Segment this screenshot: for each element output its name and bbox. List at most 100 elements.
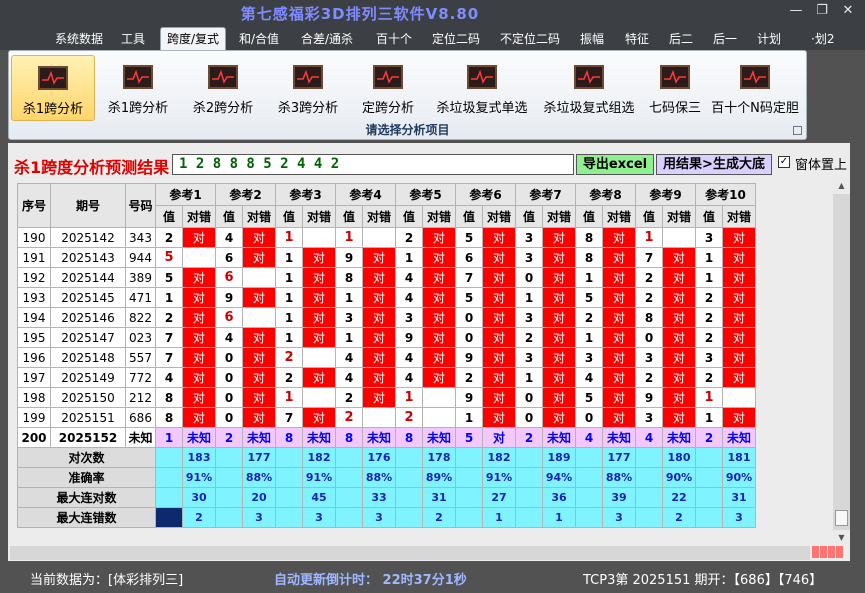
menu-plan[interactable]: 计划 xyxy=(757,30,781,47)
vertical-scrollbar[interactable]: ▲ ▼ xyxy=(833,178,850,546)
horizontal-scrollbar[interactable] xyxy=(10,546,810,560)
row-value: 5 xyxy=(575,387,603,408)
row-value: 1 xyxy=(335,287,363,308)
close-button[interactable]: ✕ xyxy=(838,3,858,18)
stat-row: 准确率 91% 88% 91% 88% 89% 91% 94% 88% 90% 90% xyxy=(17,467,756,488)
row-value: 2 xyxy=(695,327,723,348)
table-row[interactable]: 193 2025145 471 1 对 9 对 1 对 1 对 4 对 5 对 1 对 5 对 2 对 2 对 xyxy=(17,287,756,308)
chart-icon xyxy=(574,65,604,89)
menu-pos-two[interactable]: 定位二码 xyxy=(432,30,480,47)
row-value: 8 xyxy=(635,307,663,328)
ribbon-kill3-span[interactable]: 杀3跨分析 xyxy=(269,55,347,119)
minimize-button[interactable]: — xyxy=(786,3,806,18)
stat-blank xyxy=(395,507,423,528)
menu-last-two[interactable]: 后二 xyxy=(669,30,693,47)
row-mark: 对 xyxy=(602,307,636,328)
ribbon-fixed-span[interactable]: 定跨分析 xyxy=(352,55,424,119)
row-code: 471 xyxy=(125,287,156,308)
table-row[interactable]: 197 2025149 772 4 对 0 对 2 对 4 对 4 对 2 对 1 对 4 对 2 对 2 对 xyxy=(17,367,756,388)
pred-value: 2 xyxy=(215,427,243,448)
table-row[interactable]: 194 2025146 822 2 对 6 1 对 3 对 3 对 0 对 3 对 2 对 8 对 2 对 xyxy=(17,307,756,328)
menu-nonpos-two[interactable]: 不定位二码 xyxy=(500,30,560,47)
stat-row: 对次数 183 177 182 176 178 182 189 177 180 181 xyxy=(17,447,756,468)
row-value: 1 xyxy=(275,287,303,308)
menu-system-data[interactable]: 系统数据 xyxy=(55,30,103,47)
menu-amplitude[interactable]: 振幅 xyxy=(580,30,604,47)
stat-blank xyxy=(275,467,303,488)
row-value: 1 xyxy=(695,267,723,288)
table-row[interactable]: 191 2025143 944 5 6 对 1 对 9 对 1 对 6 对 3 对 8 对 7 对 1 对 xyxy=(17,247,756,268)
row-code: 944 xyxy=(125,247,156,268)
stat-value: 39 xyxy=(602,487,636,508)
scroll-thumb[interactable] xyxy=(835,510,848,526)
row-period: 2025150 xyxy=(50,387,126,408)
ribbon-expand-icon[interactable] xyxy=(793,126,802,135)
generate-base-button[interactable]: 用结果>生成大底 xyxy=(656,154,772,175)
row-period: 2025143 xyxy=(50,247,126,268)
menu-diff-kill[interactable]: 合差/通杀 xyxy=(301,30,353,47)
ribbon-kill2-span[interactable]: 杀2跨分析 xyxy=(184,55,262,119)
row-value: 0 xyxy=(215,347,243,368)
ribbon-label: 杀垃圾复式单选 xyxy=(436,101,528,116)
header-mark: 对错 xyxy=(602,205,636,228)
row-value: 7 xyxy=(275,407,303,428)
row-value: 0 xyxy=(455,307,483,328)
row-value: 2 xyxy=(275,367,303,388)
export-excel-button[interactable]: 导出excel xyxy=(576,154,654,175)
row-value: 1 xyxy=(695,407,723,428)
menu-span-multi[interactable]: 跨度/复式 xyxy=(160,27,227,50)
header-value: 值 xyxy=(395,205,423,228)
stat-blank xyxy=(515,487,543,508)
table-row[interactable]: 190 2025142 343 2 对 4 对 1 1 2 对 5 对 3 对 8 对 1 3 对 xyxy=(17,227,756,248)
menu-tools[interactable]: 工具 xyxy=(121,30,145,47)
stat-blank xyxy=(695,487,723,508)
pred-mark: 未知 xyxy=(362,427,396,448)
pred-mark: 未知 xyxy=(602,427,636,448)
row-mark xyxy=(302,387,336,408)
table-row[interactable]: 195 2025147 023 7 对 4 对 1 对 1 对 9 对 0 对 2 对 1 对 0 对 2 对 xyxy=(17,327,756,348)
ribbon-kill1-span-a[interactable]: 杀1跨分析 xyxy=(11,55,95,121)
ribbon-junk-single[interactable]: 杀垃圾复式单选 xyxy=(430,55,534,119)
row-period: 2025148 xyxy=(50,347,126,368)
prediction-row[interactable]: 200 2025152 未知 1 未知 2 未知 8 未知 8 未知 8 未知 5 对 2 未知 4 未知 4 未知 2 未… xyxy=(17,427,756,448)
row-mark xyxy=(302,347,336,368)
menu-digits[interactable]: 百十个 xyxy=(376,30,412,47)
topmost-checkbox[interactable]: ✓ xyxy=(778,156,790,168)
row-mark: 对 xyxy=(722,307,756,328)
table-row[interactable]: 196 2025148 557 7 对 0 对 2 4 对 4 对 9 对 3 对 3 对 3 对 3 对 xyxy=(17,347,756,368)
scroll-up-icon[interactable]: ▲ xyxy=(833,178,850,194)
result-field[interactable]: 1 2 8 8 8 5 2 4 4 2 xyxy=(172,154,574,175)
table-row[interactable]: 198 2025150 212 8 对 0 对 1 2 对 1 9 对 0 对 5 对 9 对 1 xyxy=(17,387,756,408)
row-value: 3 xyxy=(635,407,663,428)
row-mark: 对 xyxy=(722,287,756,308)
ribbon-junk-group[interactable]: 杀垃圾复式组选 xyxy=(537,55,641,119)
restore-button[interactable]: ❐ xyxy=(812,3,832,18)
row-value: 1 xyxy=(335,227,363,248)
row-mark: 对 xyxy=(482,347,516,368)
row-mark: 对 xyxy=(422,227,456,248)
row-value: 1 xyxy=(395,247,423,268)
ribbon-seven-keep-three[interactable]: 七码保三 xyxy=(643,55,707,119)
header-ref-5: 参考5 xyxy=(395,183,456,206)
menu-last-one[interactable]: 后一 xyxy=(713,30,737,47)
table-row[interactable]: 192 2025144 389 5 对 6 1 对 8 对 4 对 7 对 0 对 1 对 2 对 1 对 xyxy=(17,267,756,288)
row-mark: 对 xyxy=(722,267,756,288)
menu-sum[interactable]: 和/合值 xyxy=(239,30,279,47)
header-value: 值 xyxy=(695,205,723,228)
row-mark: 对 xyxy=(242,387,276,408)
scroll-down-icon[interactable]: ▼ xyxy=(833,530,850,546)
pred-mark: 未知 xyxy=(722,427,756,448)
row-value: 0 xyxy=(515,407,543,428)
menu-plan2[interactable]: ·划2 xyxy=(811,30,834,47)
table-row[interactable]: 199 2025151 686 8 对 0 对 7 对 2 2 1 对 0 对 0 对 3 对 1 对 xyxy=(17,407,756,428)
menu-feature[interactable]: 特征 xyxy=(625,30,649,47)
ribbon-label: 杀1跨分析 xyxy=(22,102,84,117)
ribbon-panel: 杀1跨分析 杀1跨分析 杀2跨分析 杀3跨分析 定跨分析 杀垃圾复式单选 杀垃圾… xyxy=(8,50,807,140)
row-mark: 对 xyxy=(242,227,276,248)
header-value: 值 xyxy=(455,205,483,228)
ribbon-kill1-span-b[interactable]: 杀1跨分析 xyxy=(99,55,177,119)
ribbon-n-code[interactable]: 百十个N码定胆 xyxy=(709,55,801,119)
stat-blank xyxy=(455,507,483,528)
pred-value: 4 xyxy=(575,427,603,448)
row-period: 2025144 xyxy=(50,267,126,288)
